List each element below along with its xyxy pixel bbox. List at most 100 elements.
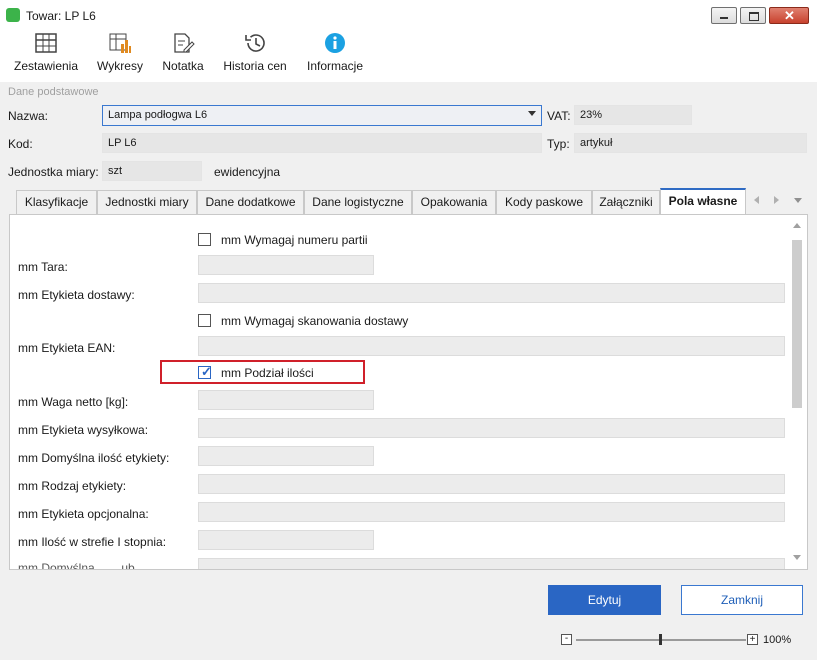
name-value: Lampa podłogwa L6 xyxy=(108,109,208,121)
require-batch-label: mm Wymagaj numeru partii xyxy=(221,233,368,247)
app-icon xyxy=(6,8,20,22)
scroll-down-icon[interactable] xyxy=(793,555,801,560)
checkmark-icon: ✓ xyxy=(201,364,212,379)
require-scan-checkbox[interactable] xyxy=(198,314,211,327)
vat-label: VAT: xyxy=(547,109,571,123)
zone1-qty-label: mm Ilość w strefie I stopnia: xyxy=(18,535,167,549)
maximize-button[interactable] xyxy=(740,7,766,24)
ean-label-label: mm Etykieta EAN: xyxy=(18,341,116,355)
label-type-field[interactable] xyxy=(198,474,785,494)
zoom-slider-thumb[interactable] xyxy=(659,634,662,645)
tab-pola-wlasne[interactable]: Pola własne xyxy=(660,188,746,214)
tab-dane-logistyczne[interactable]: Dane logistyczne xyxy=(304,190,412,214)
require-batch-checkbox[interactable] xyxy=(198,233,211,246)
net-weight-field[interactable] xyxy=(198,390,374,410)
unit-field[interactable]: szt xyxy=(102,161,202,181)
toolbar-informacje-button[interactable]: Informacje xyxy=(304,32,366,82)
maximize-icon xyxy=(749,12,759,21)
type-value: artykuł xyxy=(580,137,613,149)
delivery-label-label: mm Etykieta dostawy: xyxy=(18,288,135,302)
dropdown-arrow-icon xyxy=(528,111,536,116)
qty-split-label: mm Podział ilości xyxy=(221,366,314,380)
note-icon xyxy=(174,33,195,53)
tab-opakowania[interactable]: Opakowania xyxy=(412,190,496,214)
code-value: LP L6 xyxy=(108,137,137,149)
title-bar: Towar: LP L6 ✕ xyxy=(0,0,817,32)
vat-field[interactable]: 23% xyxy=(574,105,692,125)
tab-label: Załączniki xyxy=(599,195,653,209)
tab-label: Dane dodatkowe xyxy=(205,195,296,209)
edit-button[interactable]: Edytuj xyxy=(548,585,661,615)
tab-scroll-right-icon[interactable] xyxy=(774,196,779,204)
partial-row-field[interactable] xyxy=(198,558,785,569)
chart-icon xyxy=(109,33,131,53)
table-icon xyxy=(35,33,57,53)
history-icon xyxy=(245,34,265,52)
toolbar-zestawienia-button[interactable]: Zestawienia xyxy=(12,32,80,82)
unit-value: szt xyxy=(108,165,123,177)
tab-label: Dane logistyczne xyxy=(312,195,404,209)
toolbar-label: Wykresy xyxy=(97,59,143,73)
net-weight-label: mm Waga netto [kg]: xyxy=(18,395,129,409)
zone1-qty-field[interactable] xyxy=(198,530,374,550)
optional-label-field[interactable] xyxy=(198,502,785,522)
name-label: Nazwa: xyxy=(8,109,49,123)
partial-row-label: mm Domyślna ... ...ub ... xyxy=(18,561,149,570)
tab-scroll-left-icon[interactable] xyxy=(754,196,759,204)
shipping-label-label: mm Etykieta wysyłkowa: xyxy=(18,423,149,437)
toolbar: Zestawienia Wykresy Notatka Historia cen… xyxy=(0,32,817,82)
toolbar-label: Historia cen xyxy=(223,59,287,73)
toolbar-label: Notatka xyxy=(162,59,204,73)
tab-label: Jednostki miary xyxy=(105,195,189,209)
type-field[interactable]: artykuł xyxy=(574,133,807,153)
close-button[interactable]: Zamknij xyxy=(681,585,803,615)
zoom-level: 100% xyxy=(763,634,792,646)
qty-split-checkbox[interactable]: ✓ xyxy=(198,364,212,379)
tare-label: mm Tara: xyxy=(18,260,68,274)
tab-label: Opakowania xyxy=(420,195,488,209)
unit-label: Jednostka miary: xyxy=(8,165,99,179)
vat-value: 23% xyxy=(580,109,603,121)
close-window-button[interactable]: ✕ xyxy=(769,7,809,24)
default-label-qty-field[interactable] xyxy=(198,446,374,466)
toolbar-label: Zestawienia xyxy=(13,59,79,73)
type-label: Typ: xyxy=(547,137,570,151)
group-label-basic: Dane podstawowe xyxy=(8,86,99,98)
tab-jednostki-miary[interactable]: Jednostki miary xyxy=(97,190,197,214)
unit-note: ewidencyjna xyxy=(214,165,281,179)
tab-label: Klasyfikacje xyxy=(24,195,89,209)
toolbar-label: Informacje xyxy=(306,59,364,73)
toolbar-historia-cen-button[interactable]: Historia cen xyxy=(221,32,289,82)
tare-field[interactable] xyxy=(198,255,374,275)
tab-label: Pola własne xyxy=(668,194,738,208)
info-icon xyxy=(325,33,345,53)
default-label-qty-label: mm Domyślna ilość etykiety: xyxy=(18,451,170,465)
tab-label: Kody paskowe xyxy=(504,195,584,209)
code-label: Kod: xyxy=(8,137,33,151)
minimize-icon xyxy=(720,17,728,19)
require-scan-label: mm Wymagaj skanowania dostawy xyxy=(221,314,409,328)
scrollbar-thumb[interactable] xyxy=(792,240,802,408)
window-title: Towar: LP L6 xyxy=(26,9,96,23)
shipping-label-field[interactable] xyxy=(198,418,785,438)
ean-label-field[interactable] xyxy=(198,336,785,356)
delivery-label-field[interactable] xyxy=(198,283,785,303)
tab-klasyfikacje[interactable]: Klasyfikacje xyxy=(16,190,97,214)
name-combobox[interactable]: Lampa podłogwa L6 xyxy=(102,105,542,126)
toolbar-wykresy-button[interactable]: Wykresy xyxy=(94,32,146,82)
zoom-out-button[interactable]: - xyxy=(561,634,572,645)
toolbar-notatka-button[interactable]: Notatka xyxy=(158,32,208,82)
tab-dane-dodatkowe[interactable]: Dane dodatkowe xyxy=(197,190,304,214)
tab-zalaczniki[interactable]: Załączniki xyxy=(592,190,660,214)
custom-fields-panel: mm Wymagaj numeru partii mm Tara: mm Ety… xyxy=(9,214,808,570)
zoom-in-button[interactable]: + xyxy=(747,634,758,645)
optional-label-label: mm Etykieta opcjonalna: xyxy=(18,507,149,521)
tab-list-dropdown-icon[interactable] xyxy=(794,198,802,203)
label-type-label: mm Rodzaj etykiety: xyxy=(18,479,127,493)
tab-strip: Klasyfikacje Jednostki miary Dane dodatk… xyxy=(16,188,808,216)
scroll-up-icon[interactable] xyxy=(793,223,801,228)
minimize-button[interactable] xyxy=(711,7,737,24)
tab-kody-paskowe[interactable]: Kody paskowe xyxy=(496,190,592,214)
code-field[interactable]: LP L6 xyxy=(102,133,542,153)
close-icon: ✕ xyxy=(784,8,795,23)
